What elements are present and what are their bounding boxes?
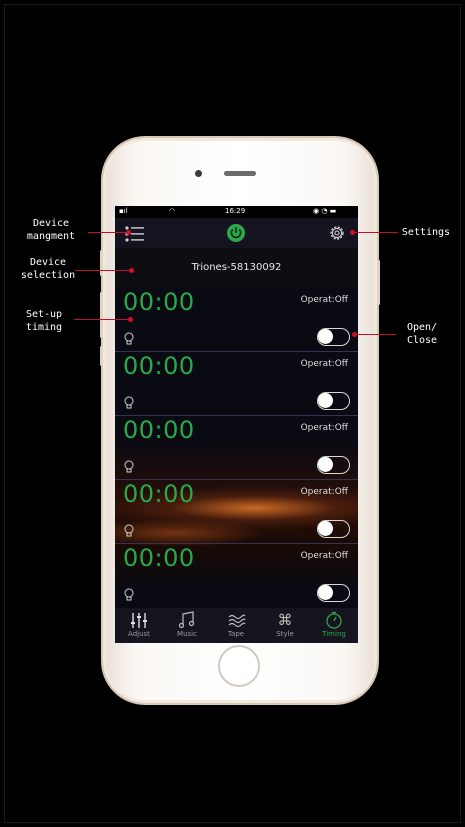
timer-status: Operat:Off (300, 487, 348, 497)
open-close-toggle[interactable] (317, 584, 350, 602)
power-button (377, 260, 380, 305)
open-close-toggle[interactable] (317, 456, 350, 474)
open-close-toggle[interactable] (317, 392, 350, 410)
status-time: 16:29 (225, 207, 246, 215)
app-screen: ▪ıl ◠ 16:29 ◉ ◔ ▬ Triones-58130092 00:00… (115, 206, 358, 643)
annotation-device-selection: Device selection (20, 257, 76, 281)
power-toggle-button[interactable] (226, 223, 246, 243)
timer-time[interactable]: 00:00 (123, 416, 195, 444)
timer-time[interactable]: 00:00 (123, 480, 195, 508)
music-note-icon (178, 611, 195, 629)
bulb-icon (124, 396, 134, 409)
annotation-line (88, 232, 128, 233)
device-selector[interactable]: Triones-58130092 (115, 248, 358, 288)
earpiece-speaker (224, 171, 256, 176)
volume-button (100, 346, 103, 366)
annotation-setup-timing: Set-up timing (25, 309, 63, 333)
timer-row[interactable]: 00:00 Operat:Off (115, 288, 358, 352)
home-button[interactable] (218, 645, 260, 687)
annotation-dot (126, 230, 131, 235)
annotation-settings: Settings (401, 227, 451, 238)
waves-icon (228, 614, 246, 628)
signal-icon: ▪ıl (119, 207, 128, 215)
bulb-icon (124, 524, 134, 537)
timer-row[interactable]: 00:00 Operat:Off (115, 352, 358, 416)
timer-row[interactable]: 00:00 Operat:Off (115, 416, 358, 480)
annotation-dot (352, 332, 357, 337)
tab-tape[interactable]: Tape (212, 608, 260, 643)
open-close-toggle[interactable] (317, 328, 350, 346)
annotation-dot (350, 230, 355, 235)
device-name: Triones-58130092 (191, 262, 282, 273)
open-close-toggle[interactable] (317, 520, 350, 538)
annotation-open-close: Open/ Close (406, 322, 438, 346)
tab-label: Timing (322, 630, 346, 638)
settings-button[interactable] (328, 224, 346, 242)
annotation-device-management: Device mangment (26, 218, 76, 242)
tab-music[interactable]: Music (163, 608, 211, 643)
timer-time[interactable]: 00:00 (123, 352, 195, 380)
tab-label: Tape (227, 630, 245, 638)
power-icon (227, 224, 245, 242)
timer-icon (326, 611, 342, 629)
annotation-dot (129, 268, 134, 273)
annotation-dot (128, 317, 133, 322)
toggle-knob (318, 329, 333, 344)
tab-timing[interactable]: Timing (310, 608, 358, 643)
gear-icon (330, 226, 344, 240)
annotation-line (354, 334, 396, 335)
timer-row[interactable]: 00:00 Operat:Off (115, 544, 358, 608)
tab-style[interactable]: ⌘ Style (261, 608, 309, 643)
front-camera (195, 170, 202, 177)
annotation-line (352, 232, 398, 233)
top-nav-bar (115, 218, 358, 248)
tab-label: Style (276, 630, 294, 638)
timer-list: 00:00 Operat:Off 00:00 Operat:Off 00:00 … (115, 288, 358, 608)
annotation-line (75, 270, 131, 271)
sliders-icon (131, 613, 147, 628)
annotation-line (74, 319, 130, 320)
timer-status: Operat:Off (300, 359, 348, 369)
bulb-icon (124, 588, 134, 601)
status-bar: ▪ıl ◠ 16:29 ◉ ◔ ▬ (115, 206, 358, 218)
battery-icon: ◉ ◔ ▬ (313, 207, 337, 215)
wifi-icon: ◠ (169, 207, 176, 215)
tab-adjust[interactable]: Adjust (115, 608, 163, 643)
bottom-tab-bar: Adjust Music Tape ⌘ Style Timing (115, 608, 358, 643)
timer-status: Operat:Off (300, 551, 348, 561)
volume-button (100, 292, 103, 338)
timer-time[interactable]: 00:00 (123, 288, 195, 316)
timer-time[interactable]: 00:00 (123, 544, 195, 572)
timer-row[interactable]: 00:00 Operat:Off (115, 480, 358, 544)
timer-status: Operat:Off (300, 423, 348, 433)
bulb-icon (124, 332, 134, 345)
volume-button (100, 250, 103, 276)
toggle-knob (318, 457, 333, 472)
toggle-knob (318, 393, 333, 408)
toggle-knob (318, 521, 333, 536)
tab-label: Music (177, 630, 197, 638)
bulb-icon (124, 460, 134, 473)
command-icon: ⌘ (277, 611, 293, 629)
toggle-knob (318, 585, 333, 600)
tab-label: Adjust (128, 630, 150, 638)
timer-status: Operat:Off (300, 295, 348, 305)
